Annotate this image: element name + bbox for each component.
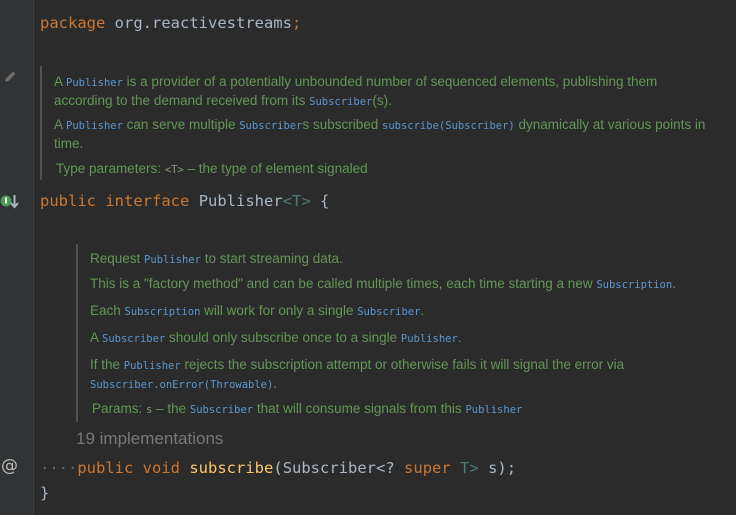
public-keyword: public (40, 192, 96, 210)
method-doc-bar (76, 244, 78, 422)
method-doc-paragraph-5: If the Publisher rejects the subscriptio… (90, 357, 625, 391)
doc-code-type-param: <T> (164, 164, 184, 176)
interface-keyword: interface (105, 192, 190, 210)
void-keyword: void (142, 459, 180, 477)
method-doc-params: Params: s – the Subscriber that will con… (92, 401, 523, 416)
doc-code-publisher[interactable]: Publisher (66, 77, 123, 89)
class-doc-paragraph-1: A Publisher is a provider of a potential… (54, 74, 658, 108)
close-statement: ); (497, 459, 517, 477)
doc-code-subscribe-method[interactable]: subscribe(Subscriber) (382, 120, 515, 132)
package-line[interactable]: package org.reactivestreams; (40, 13, 301, 33)
doc-code-publisher[interactable]: Publisher (124, 360, 181, 372)
public-keyword: public (77, 459, 134, 477)
doc-code-subscriber[interactable]: Subscriber (190, 404, 253, 416)
doc-code-subscriber[interactable]: Subscriber (102, 333, 165, 345)
param-name: s (488, 459, 498, 477)
interface-declaration[interactable]: public interface Publisher<T> { (40, 191, 329, 211)
doc-code-subscriber[interactable]: Subscriber (309, 96, 372, 108)
open-paren: ( (273, 459, 283, 477)
type-param: <T> (282, 192, 311, 210)
doc-code-subscriber[interactable]: Subscriber (357, 306, 420, 318)
doc-code-subscription[interactable]: Subscription (125, 306, 201, 318)
method-doc-paragraph-2: This is a "factory method" and can be ca… (90, 276, 676, 291)
closing-brace[interactable]: } (40, 483, 49, 503)
implementations-hint[interactable]: 19 implementations (76, 429, 223, 449)
package-keyword: package (40, 14, 106, 32)
open-brace: { (320, 192, 330, 210)
doc-code-subscription[interactable]: Subscription (596, 279, 672, 291)
method-doc-paragraph-4: A Subscriber should only subscribe once … (90, 330, 462, 345)
wildcard-type: T> (460, 459, 479, 477)
indent-guide: ···· (40, 459, 78, 477)
close-brace: } (40, 484, 50, 502)
super-keyword: super (404, 459, 451, 477)
class-name[interactable]: Publisher (199, 192, 283, 210)
package-name: org.reactivestreams (114, 14, 292, 32)
class-doc-paragraph-2: A Publisher can serve multiple Subscribe… (54, 117, 706, 151)
class-doc-type-params: Type parameters: <T> – the type of eleme… (56, 161, 368, 176)
pencil-icon[interactable] (2, 69, 18, 85)
doc-code-publisher[interactable]: Publisher (66, 120, 123, 132)
doc-code-publisher[interactable]: Publisher (465, 404, 522, 416)
class-doc-bar (40, 66, 42, 180)
doc-code-publisher[interactable]: Publisher (144, 254, 201, 266)
method-doc-paragraph-1: Request Publisher to start streaming dat… (90, 251, 343, 266)
method-signature[interactable]: ····public void subscribe(Subscriber<? s… (40, 458, 516, 478)
implemented-icon[interactable] (0, 193, 20, 211)
wildcard: <? (376, 459, 395, 477)
semicolon: ; (291, 14, 302, 32)
override-icon[interactable]: @ (1, 456, 18, 476)
doc-code-subscriber[interactable]: Subscriber (239, 120, 302, 132)
method-doc-paragraph-3: Each Subscription will work for only a s… (90, 303, 425, 318)
doc-code-onerror[interactable]: Subscriber.onError(Throwable) (90, 379, 273, 391)
method-name[interactable]: subscribe (189, 459, 273, 477)
param-type[interactable]: Subscriber (283, 459, 376, 477)
doc-code-publisher[interactable]: Publisher (401, 333, 458, 345)
